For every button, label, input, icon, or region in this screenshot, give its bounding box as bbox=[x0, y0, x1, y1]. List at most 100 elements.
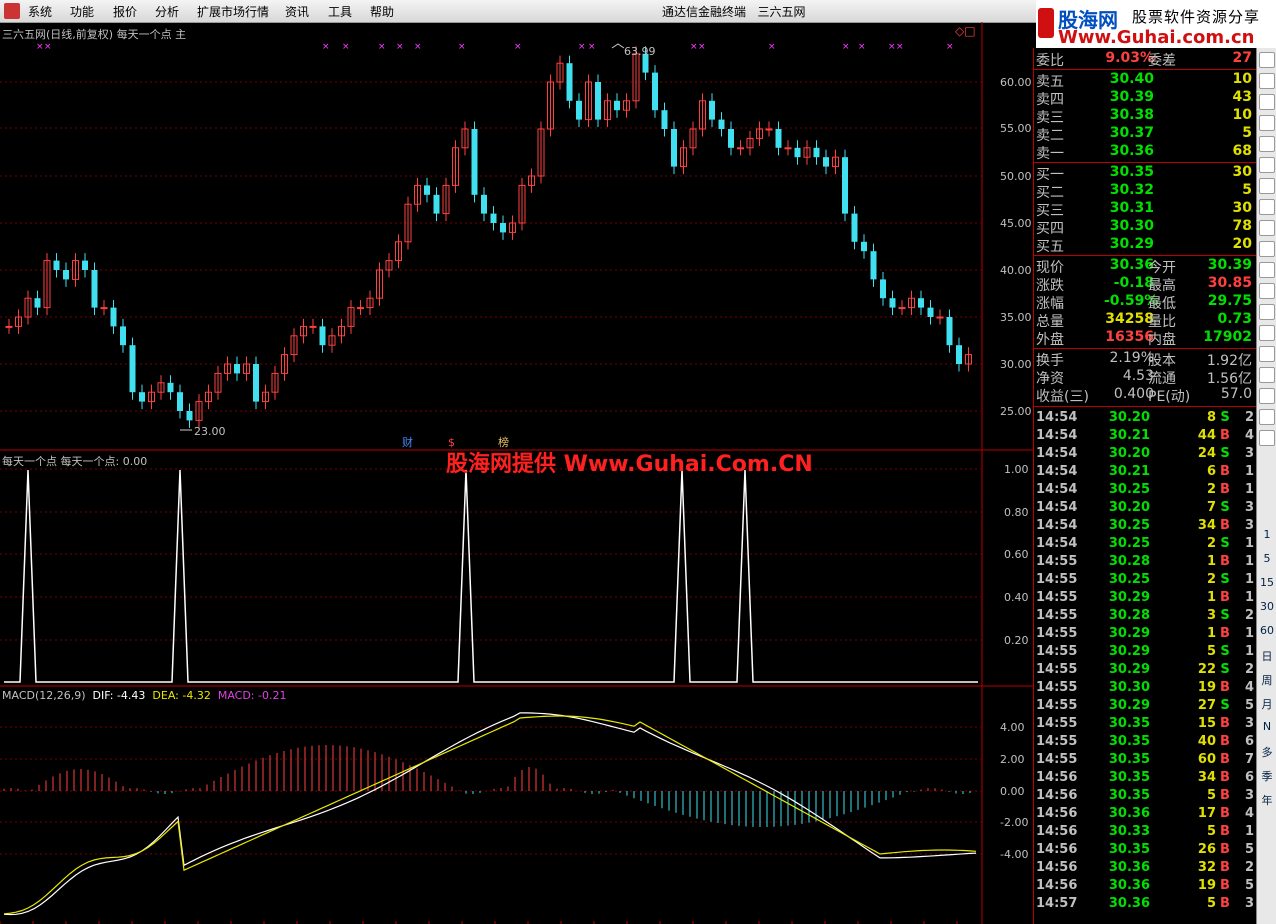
candle-body bbox=[5, 325, 13, 328]
tick-row[interactable]: 14:54 30.20 7 S 3 bbox=[1034, 500, 1256, 518]
menu-icon[interactable] bbox=[1259, 115, 1275, 131]
panel-restore-icon[interactable]: ◇□ bbox=[955, 24, 976, 38]
tick-row[interactable]: 14:56 30.36 19 B 5 bbox=[1034, 878, 1256, 896]
val2-text: 27 bbox=[1232, 50, 1252, 66]
p-text: 30.35 bbox=[1108, 752, 1150, 767]
tick-row[interactable]: 14:54 30.20 24 S 3 bbox=[1034, 446, 1256, 464]
tick-row[interactable]: 14:56 30.35 34 B 6 bbox=[1034, 770, 1256, 788]
p-text: 30.33 bbox=[1108, 824, 1150, 839]
period-button[interactable]: 1 bbox=[1257, 528, 1276, 541]
candle-body bbox=[918, 298, 924, 308]
v-text: 26 bbox=[1197, 842, 1216, 857]
up-arrow-icon[interactable] bbox=[1259, 52, 1275, 68]
menu-help[interactable]: 帮助 bbox=[370, 3, 394, 20]
period-button[interactable]: N bbox=[1257, 720, 1276, 733]
tick-row[interactable]: 14:55 30.28 3 S 2 bbox=[1034, 608, 1256, 626]
sale-icon[interactable] bbox=[1259, 346, 1275, 362]
tick-row[interactable]: 14:54 30.20 8 S 2 bbox=[1034, 410, 1256, 428]
v-text: 34 bbox=[1197, 770, 1216, 785]
signal-mark: × bbox=[842, 42, 850, 52]
tick-row[interactable]: 14:54 30.21 6 B 1 bbox=[1034, 464, 1256, 482]
ask-level-row[interactable]: 卖五 30.40 10 bbox=[1034, 71, 1256, 90]
fiz-icon[interactable] bbox=[1259, 241, 1275, 257]
ask-level-row[interactable]: 卖三 30.38 10 bbox=[1034, 107, 1256, 126]
menu-system[interactable]: 系统 bbox=[28, 3, 52, 20]
event-tag-finance[interactable]: 财 bbox=[402, 435, 413, 449]
tick-row[interactable]: 14:55 30.30 19 B 4 bbox=[1034, 680, 1256, 698]
tick-row[interactable]: 14:55 30.35 60 B 7 bbox=[1034, 752, 1256, 770]
tick-row[interactable]: 14:55 30.29 22 S 2 bbox=[1034, 662, 1256, 680]
period-button[interactable]: 30 bbox=[1257, 600, 1276, 613]
candle-body bbox=[234, 364, 240, 374]
menu-analysis[interactable]: 分析 bbox=[155, 3, 179, 20]
period-button[interactable]: 5 bbox=[1257, 552, 1276, 565]
menu-news[interactable]: 资讯 bbox=[285, 3, 309, 20]
signal-mark: × bbox=[378, 42, 386, 52]
tick-row[interactable]: 14:55 30.25 2 S 1 bbox=[1034, 572, 1256, 590]
settings-icon[interactable] bbox=[1259, 283, 1275, 299]
page-icon[interactable] bbox=[1259, 409, 1275, 425]
menu-tools[interactable]: 工具 bbox=[328, 3, 352, 20]
chart-area[interactable]: 60.00 55.00 50.00 45.00 40.00 35.00 30.00 25.00… bbox=[0, 22, 1033, 924]
f10-icon[interactable] bbox=[1259, 199, 1275, 215]
s-text: S bbox=[1220, 698, 1230, 713]
ask-level-row[interactable]: 卖二 30.37 5 bbox=[1034, 125, 1256, 144]
period-button[interactable]: 60 bbox=[1257, 624, 1276, 637]
v-text: 7 bbox=[1206, 500, 1216, 515]
chart-icon[interactable] bbox=[1259, 157, 1275, 173]
menu-extended-market[interactable]: 扩展市场行情 bbox=[197, 3, 269, 20]
grid-icon[interactable] bbox=[1259, 220, 1275, 236]
tick-row[interactable]: 14:57 30.36 5 B 3 bbox=[1034, 896, 1256, 914]
period-button[interactable]: 15 bbox=[1257, 576, 1276, 589]
fundamental-row: 换手 2.19% 股本 1.92亿 bbox=[1034, 350, 1256, 369]
tick-row[interactable]: 14:54 30.25 2 S 1 bbox=[1034, 536, 1256, 554]
bid-level-row[interactable]: 买一 30.35 30 bbox=[1034, 164, 1256, 183]
tick-row[interactable]: 14:55 30.29 1 B 1 bbox=[1034, 626, 1256, 644]
menu-quote[interactable]: 报价 bbox=[113, 3, 137, 20]
bid-level-row[interactable]: 买三 30.31 30 bbox=[1034, 200, 1256, 219]
ask-level-row[interactable]: 卖四 30.39 43 bbox=[1034, 89, 1256, 108]
zoom-icon[interactable] bbox=[1259, 388, 1275, 404]
tick-row[interactable]: 14:56 30.33 5 B 1 bbox=[1034, 824, 1256, 842]
period-button[interactable]: 季 bbox=[1257, 768, 1276, 784]
tick-row[interactable]: 14:56 30.36 17 B 4 bbox=[1034, 806, 1256, 824]
trend-icon[interactable] bbox=[1259, 136, 1275, 152]
tick-row[interactable]: 14:56 30.35 5 B 3 bbox=[1034, 788, 1256, 806]
bid-level-row[interactable]: 买五 30.29 20 bbox=[1034, 236, 1256, 255]
lbl-text: 换手 bbox=[1036, 353, 1064, 369]
period-button[interactable]: 月 bbox=[1257, 696, 1276, 712]
tick-row[interactable]: 14:56 30.35 26 B 5 bbox=[1034, 842, 1256, 860]
candle-body bbox=[898, 307, 906, 310]
period-button[interactable]: 多 bbox=[1257, 744, 1276, 760]
tick-row[interactable]: 14:56 30.36 32 B 2 bbox=[1034, 860, 1256, 878]
tick-row[interactable]: 14:55 30.28 1 B 1 bbox=[1034, 554, 1256, 572]
period-button[interactable]: 日 bbox=[1257, 648, 1276, 664]
tick-row[interactable]: 14:54 30.25 2 B 1 bbox=[1034, 482, 1256, 500]
tick-row[interactable]: 14:55 30.29 5 S 1 bbox=[1034, 644, 1256, 662]
bid-level-row[interactable]: 买二 30.32 5 bbox=[1034, 182, 1256, 201]
tick-row[interactable]: 14:54 30.21 44 B 4 bbox=[1034, 428, 1256, 446]
tick-row[interactable]: 14:55 30.35 15 B 3 bbox=[1034, 716, 1256, 734]
period-button[interactable]: 周 bbox=[1257, 672, 1276, 688]
move-icon[interactable] bbox=[1259, 367, 1275, 383]
refresh-icon[interactable] bbox=[1259, 430, 1275, 446]
signal-mark: × bbox=[44, 42, 52, 52]
tick-row[interactable]: 14:54 30.25 34 B 3 bbox=[1034, 518, 1256, 536]
lbl2-text: 股本 bbox=[1148, 353, 1176, 369]
tick-row[interactable]: 14:55 30.29 27 S 5 bbox=[1034, 698, 1256, 716]
down-arrow-icon[interactable] bbox=[1259, 73, 1275, 89]
f-icon[interactable] bbox=[1259, 262, 1275, 278]
s-text: B bbox=[1220, 482, 1230, 497]
window-title: 通达信金融终端 三六五网 bbox=[662, 5, 806, 19]
menu-function[interactable]: 功能 bbox=[70, 3, 94, 20]
list-icon[interactable] bbox=[1259, 94, 1275, 110]
period-button[interactable]: 年 bbox=[1257, 792, 1276, 808]
tick-row[interactable]: 14:55 30.29 1 B 1 bbox=[1034, 590, 1256, 608]
s-text: B bbox=[1220, 824, 1230, 839]
tick-row[interactable]: 14:55 30.35 40 B 6 bbox=[1034, 734, 1256, 752]
minute-icon[interactable] bbox=[1259, 304, 1275, 320]
rsi-icon[interactable] bbox=[1259, 325, 1275, 341]
history-icon[interactable] bbox=[1259, 178, 1275, 194]
bid-level-row[interactable]: 买四 30.30 78 bbox=[1034, 218, 1256, 237]
ask-level-row[interactable]: 卖一 30.36 68 bbox=[1034, 143, 1256, 162]
